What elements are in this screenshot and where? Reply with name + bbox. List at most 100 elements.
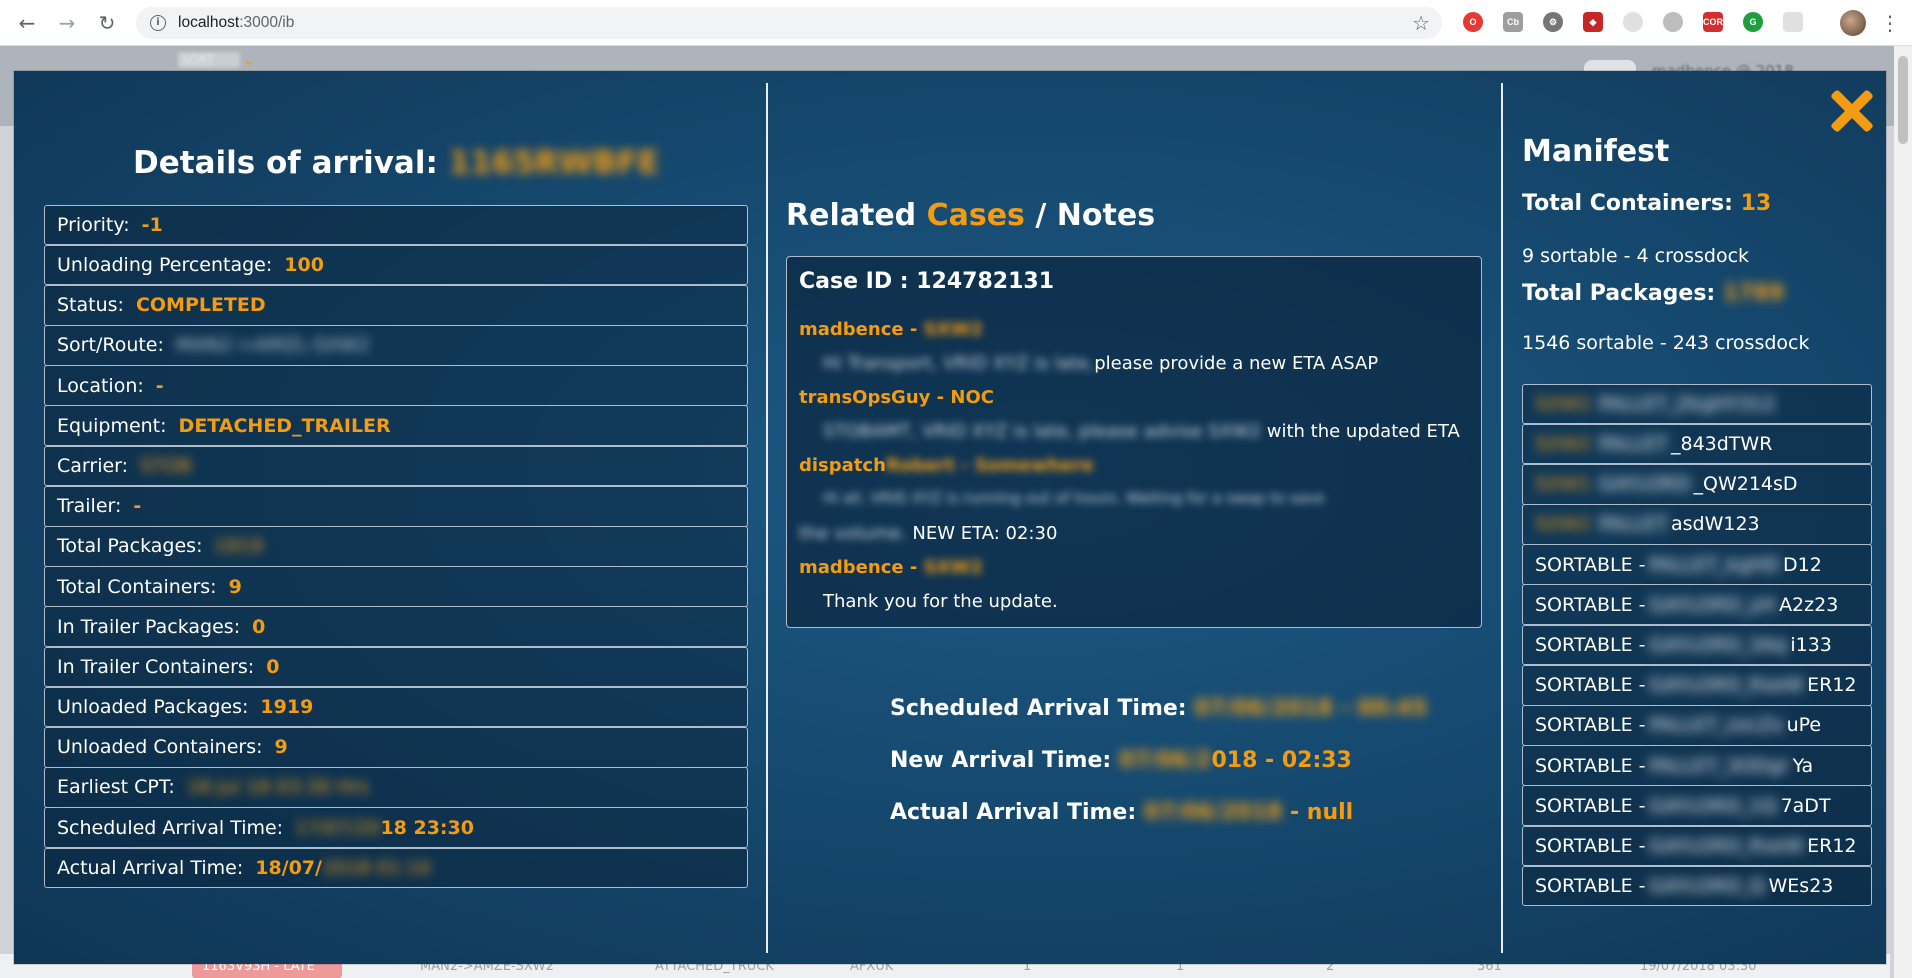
- arrival-details-modal: Details of arrival: 1165RWBFE Priority: -…: [14, 71, 1886, 964]
- container-row[interactable]: SORTABLE - GAYLORD_RseW ER12: [1522, 825, 1872, 867]
- kebab-menu-icon[interactable]: ⋮: [1880, 10, 1900, 36]
- container-row[interactable]: SXW1 GAYLORD _QW214sD: [1522, 463, 1872, 505]
- container-id: asdW123: [1670, 513, 1760, 536]
- detail-value: COMPLETED: [135, 294, 266, 317]
- total-containers: Total Containers: 13: [1522, 191, 1771, 216]
- manifest-title: Manifest: [1522, 134, 1670, 169]
- details-title-label: Details of arrival:: [133, 145, 438, 181]
- total-packages: Total Packages: 1789: [1522, 281, 1784, 306]
- container-row[interactable]: SORTABLE - PALLET_zxcZx uPe: [1522, 705, 1872, 746]
- cases-link[interactable]: Cases: [927, 198, 1025, 233]
- grammarly-extension-icon[interactable]: G: [1743, 12, 1763, 32]
- detail-value: 100: [284, 254, 324, 277]
- note-text: Hi all, VRID XYZ is running out of hours…: [823, 489, 1325, 507]
- url-text[interactable]: localhost:3000/ib: [178, 14, 294, 32]
- cors-extension-icon[interactable]: CORS: [1703, 12, 1729, 32]
- detail-label: Actual Arrival Time:: [57, 856, 244, 879]
- total-containers-value: 13: [1740, 191, 1772, 216]
- detail-label: Total Containers:: [57, 575, 217, 598]
- total-packages-value: 1789: [1722, 281, 1785, 306]
- container-id-hidden: GAYLORD: [1594, 473, 1694, 496]
- container-type: SORTABLE -: [1535, 553, 1646, 576]
- note-text: Thank you for the update.: [823, 591, 1058, 612]
- detail-row: Unloading Percentage: 100: [44, 244, 748, 286]
- details-title-id: 1165RWBFE: [448, 145, 659, 181]
- detail-value: 18/07/: [255, 856, 322, 879]
- actual-arrival-time: Actual Arrival Time: 07/06/2018 - null: [890, 800, 1490, 825]
- details-list: Priority: -1 Unloading Percentage: 100 Statu…: [44, 204, 748, 889]
- scheduled-arrival-value: 07/06/2018 - 00:45: [1194, 696, 1428, 721]
- detail-row-actual: Actual Arrival Time: 18/07/2018 01:10: [44, 847, 748, 889]
- shield-extension-icon[interactable]: ◆: [1583, 12, 1603, 32]
- detail-value-hidden: 17/07/20: [295, 816, 381, 839]
- cb-extension-icon[interactable]: Cb: [1503, 12, 1523, 32]
- opera-extension-icon[interactable]: O: [1463, 12, 1483, 32]
- container-id-hidden: GAYLORD_3Aq: [1645, 633, 1791, 656]
- container-id: 7aDT: [1780, 794, 1831, 817]
- containers-split: 9 sortable - 4 crossdock: [1522, 245, 1750, 267]
- detail-label: Scheduled Arrival Time:: [57, 816, 284, 839]
- container-row[interactable]: SORTABLE - PALLET_kgHD D12: [1522, 544, 1872, 585]
- site-info-icon[interactable]: i: [150, 15, 166, 31]
- note-text-hidden: Hi all, VRID XYZ is running out of hours…: [823, 489, 1325, 507]
- detail-label: In Trailer Containers:: [57, 655, 255, 678]
- detail-row: Location: -: [44, 365, 748, 406]
- note-text: the volume. NEW ETA: 02:30: [799, 523, 1057, 544]
- detail-value: 0: [266, 655, 280, 678]
- page-scrollbar[interactable]: [1894, 46, 1912, 978]
- note-text-visible: with the updated ETA: [1266, 421, 1460, 442]
- container-id: _QW214sD: [1693, 473, 1798, 496]
- note-author-site: SXW2: [923, 319, 983, 340]
- close-icon[interactable]: [1824, 83, 1880, 139]
- detail-label: Unloaded Packages:: [57, 696, 249, 719]
- new-arrival-value: 018 - 02:33: [1211, 748, 1352, 773]
- url-host: localhost: [178, 14, 240, 31]
- note-author: madbence - SXW2: [799, 557, 983, 578]
- case-id: Case ID : 124782131: [799, 269, 1054, 294]
- column-divider-right: [1501, 83, 1503, 953]
- detail-label: Status:: [57, 294, 124, 317]
- detail-value: 1919: [214, 535, 263, 558]
- container-row[interactable]: SXW2 PALLET _843dTWR: [1522, 423, 1872, 465]
- url-path: :3000/ib: [239, 14, 295, 31]
- gear-extension-icon[interactable]: ⚙: [1543, 12, 1563, 32]
- notes-title-separator: /: [1035, 198, 1047, 233]
- detail-value: -: [133, 495, 142, 518]
- container-row[interactable]: SORTABLE - PALLET_3ODgr Ya: [1522, 745, 1872, 786]
- container-id-hidden: PALLET_zxcZx: [1645, 714, 1787, 737]
- container-row[interactable]: SXW2 PALLET asdW123: [1522, 504, 1872, 545]
- address-bar[interactable]: i localhost:3000/ib ☆: [136, 7, 1442, 39]
- notes-title: Related Cases / Notes: [786, 198, 1155, 233]
- link-extension-icon[interactable]: [1783, 12, 1803, 32]
- notes-title-related: Related: [786, 198, 917, 233]
- container-type: SORTABLE -: [1535, 875, 1646, 898]
- forward-arrow-icon[interactable]: →: [54, 10, 80, 36]
- container-id: D12: [1783, 553, 1822, 576]
- container-row[interactable]: SORTABLE - GAYLORD_1Q 7aDT: [1522, 785, 1872, 827]
- detail-label: Equipment:: [57, 414, 167, 437]
- note-author-site: Robert - Somewhere: [885, 455, 1094, 476]
- detail-value: 1919: [260, 696, 314, 719]
- reload-icon[interactable]: ↻: [94, 10, 120, 36]
- clock-extension-icon[interactable]: [1663, 12, 1683, 32]
- back-arrow-icon[interactable]: ←: [14, 10, 40, 36]
- container-id-hidden: GAYLORD_Q: [1645, 875, 1769, 898]
- detail-row: Status: COMPLETED: [44, 284, 748, 326]
- container-row[interactable]: SORTABLE - GAYLORD_Q WEs23: [1522, 865, 1872, 907]
- container-row[interactable]: SORTABLE - GAYLORD_3Aq i133: [1522, 624, 1872, 666]
- profile-avatar[interactable]: [1840, 10, 1866, 36]
- container-row[interactable]: SXW2 PALLET_ZkgHY312: [1522, 383, 1872, 425]
- note-author-name: dispatch: [799, 455, 886, 476]
- container-row[interactable]: SORTABLE - GAYLORD_yH A2z23: [1522, 584, 1872, 626]
- detail-value: -1: [141, 213, 163, 236]
- detail-row: In Trailer Containers: 0: [44, 646, 748, 688]
- detail-label: Unloading Percentage:: [57, 254, 273, 277]
- container-type: SORTABLE -: [1535, 593, 1646, 616]
- star-icon[interactable]: ☆: [1412, 11, 1430, 35]
- scrollbar-thumb[interactable]: [1898, 56, 1908, 144]
- container-type: SXW2: [1535, 513, 1591, 536]
- circle-extension-icon[interactable]: [1623, 12, 1643, 32]
- note-author-name: transOpsGuy - NOC: [799, 387, 994, 408]
- container-id: i133: [1790, 633, 1832, 656]
- container-row[interactable]: SORTABLE - GAYLORD_RseW ER12: [1522, 664, 1872, 706]
